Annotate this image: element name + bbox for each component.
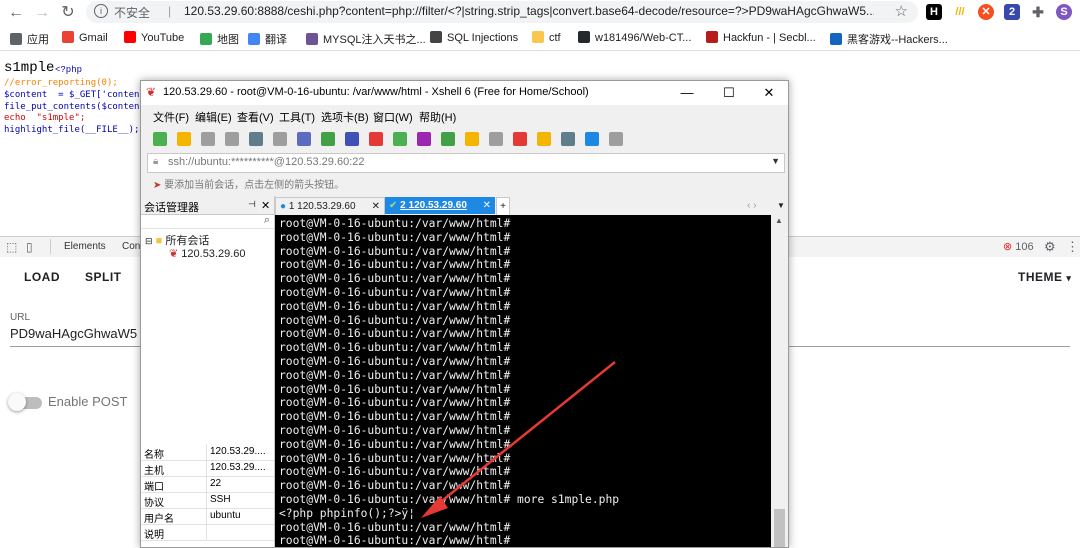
annotation-arrow [421,361,616,518]
arrow-shaft [432,361,616,509]
